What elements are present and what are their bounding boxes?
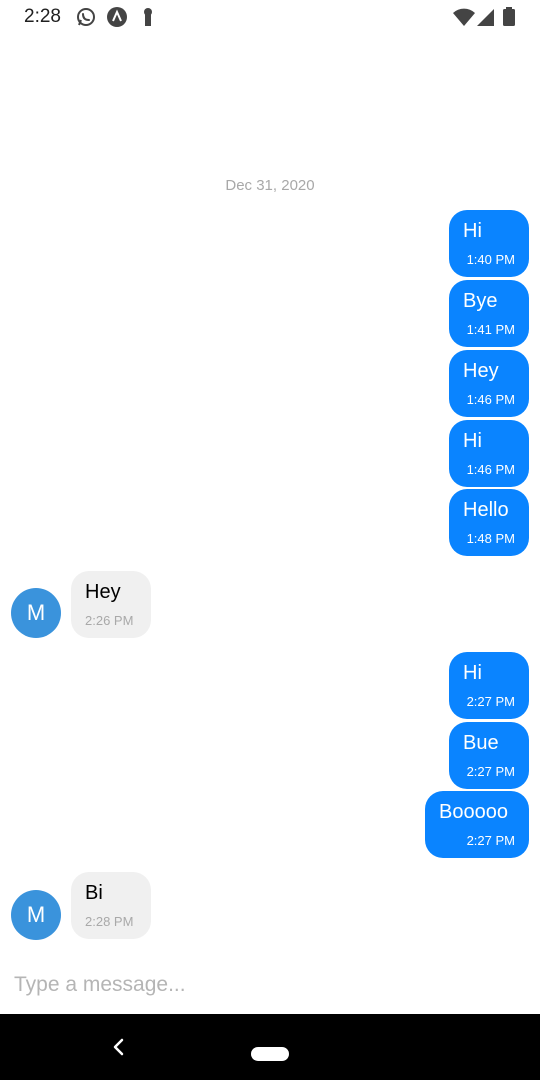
message-bubble-outgoing[interactable]: Hello 1:48 PM — [449, 489, 529, 556]
signal-icon — [477, 7, 495, 32]
message-time: 1:48 PM — [466, 531, 515, 546]
message-input[interactable] — [0, 956, 540, 1014]
message-bubble-outgoing[interactable]: Hi 1:40 PM — [449, 210, 529, 277]
message-text: Hey — [463, 360, 499, 382]
whatsapp-icon — [76, 7, 96, 27]
wifi-icon — [453, 7, 475, 32]
message-text: Bye — [463, 290, 498, 312]
home-pill-button[interactable] — [251, 1047, 289, 1061]
message-time: 1:46 PM — [466, 462, 515, 477]
message-bubble-outgoing[interactable]: Bye 1:41 PM — [449, 280, 529, 347]
message-time: 1:46 PM — [466, 392, 515, 407]
battery-icon — [503, 7, 515, 32]
message-text: Hi — [463, 220, 482, 242]
navigation-bar — [0, 1014, 540, 1080]
message-time: 1:41 PM — [466, 322, 515, 337]
date-divider: Dec 31, 2020 — [225, 177, 315, 194]
status-bar: 2:28 — [0, 0, 540, 36]
message-text: Hello — [463, 499, 509, 521]
message-time: 2:27 PM — [466, 694, 515, 709]
avatar[interactable]: M — [11, 890, 61, 940]
message-bubble-outgoing[interactable]: Hey 1:46 PM — [449, 350, 529, 417]
message-bubble-incoming[interactable]: Bi 2:28 PM — [71, 872, 151, 939]
nav-app-icon — [107, 7, 127, 27]
message-time: 2:27 PM — [466, 764, 515, 779]
back-icon[interactable] — [108, 1036, 130, 1058]
message-bubble-outgoing[interactable]: Hi 2:27 PM — [449, 652, 529, 719]
message-text: Bue — [463, 732, 499, 754]
message-time: 1:40 PM — [466, 252, 515, 267]
message-bubble-incoming[interactable]: Hey 2:26 PM — [71, 571, 151, 638]
message-text: Bi — [85, 882, 103, 904]
message-text: Booooo — [439, 801, 508, 823]
chat-screen: 2:28 Dec 31, 2020 Hi 1:40 PM Bye 1:41 PM… — [0, 0, 540, 1080]
message-time: 2:28 PM — [85, 914, 134, 929]
keyhole-icon — [138, 7, 158, 27]
message-time: 2:27 PM — [466, 833, 515, 848]
message-bubble-outgoing[interactable]: Booooo 2:27 PM — [425, 791, 529, 858]
avatar[interactable]: M — [11, 588, 61, 638]
message-bubble-outgoing[interactable]: Bue 2:27 PM — [449, 722, 529, 789]
status-time: 2:28 — [24, 6, 61, 27]
message-text: Hi — [463, 662, 482, 684]
message-text: Hi — [463, 430, 482, 452]
message-composer — [0, 956, 540, 1014]
message-text: Hey — [85, 581, 121, 603]
message-time: 2:26 PM — [85, 613, 134, 628]
message-bubble-outgoing[interactable]: Hi 1:46 PM — [449, 420, 529, 487]
